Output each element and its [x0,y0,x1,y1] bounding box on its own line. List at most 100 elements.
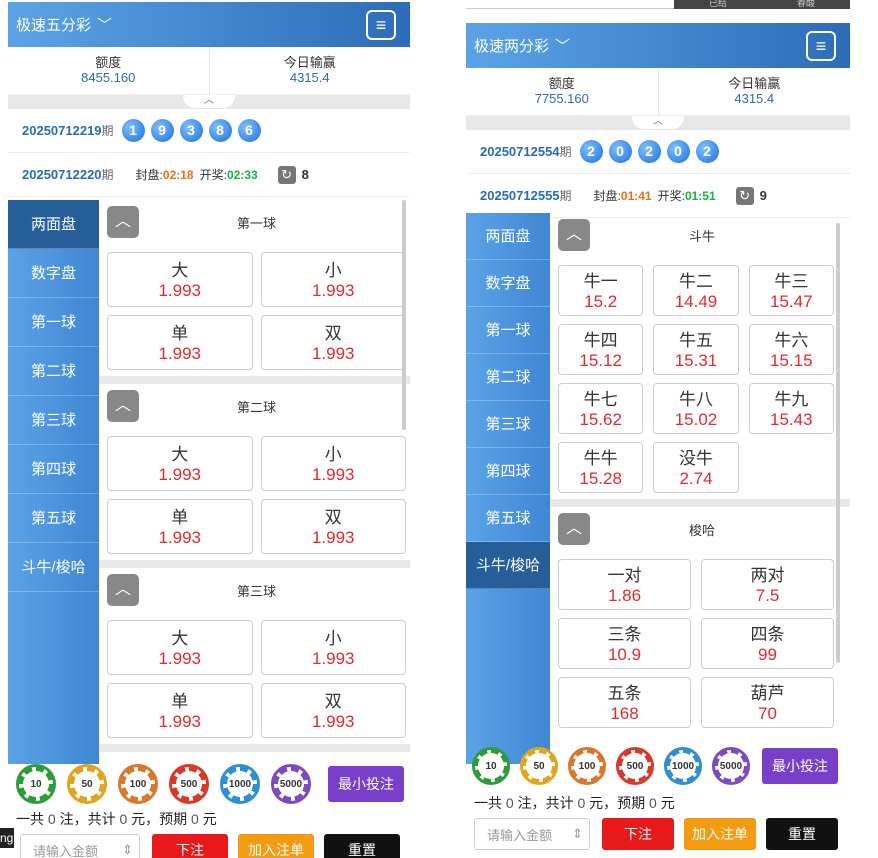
odds-cell[interactable]: 牛一15.2 [558,265,643,316]
nav-item-ball-2[interactable]: 第二球 [466,354,550,401]
collapse-section-icon[interactable]: ︿ [558,513,590,545]
amount-input[interactable]: 请输入金额⇕ [474,818,590,850]
chip-50[interactable]: 50 [67,764,107,804]
chip-value: 1000 [227,771,253,797]
nav-item-ball-3[interactable]: 第三球 [8,396,99,445]
tab-other[interactable]: 春酸 [797,0,815,9]
odds-cell[interactable]: 两对7.5 [701,559,834,610]
odds-cell[interactable]: 单1.993 [107,499,253,554]
odds-cell[interactable]: 牛二14.49 [653,265,738,316]
nav-item-ball-3[interactable]: 第三球 [466,401,550,448]
result-ball: 2 [580,140,603,163]
chip-5000[interactable]: 5000 [271,764,311,804]
collapse-section-icon[interactable]: ︿ [558,219,590,251]
odds-label: 三条 [559,625,690,645]
scrollbar[interactable] [836,223,840,663]
refresh-icon[interactable]: ↻ [736,187,754,205]
amount-input[interactable]: 请输入金额⇕ [20,834,140,858]
odds-cell[interactable]: 双1.993 [261,499,407,554]
issue-suffix: 期 [102,166,114,183]
nav-item-digits[interactable]: 数字盘 [466,260,550,307]
chip-value: 50 [74,771,100,797]
chip-500[interactable]: 500 [169,764,209,804]
add-to-slip-button[interactable]: 加入注单 [684,818,756,850]
nav-item-digits[interactable]: 数字盘 [8,249,99,298]
chip-100[interactable]: 100 [118,764,158,804]
odds-cell[interactable]: 一对1.86 [558,559,691,610]
refresh-icon[interactable]: ↻ [278,166,296,184]
odds-cell[interactable]: 单1.993 [107,683,253,738]
odds-cell[interactable]: 牛八15.02 [653,383,738,434]
odds-cell[interactable]: 大1.993 [107,436,253,491]
odds-cell[interactable]: 没牛2.74 [653,442,738,493]
odds-cell[interactable]: 牛牛15.28 [558,442,643,493]
odds-cell[interactable]: 小1.993 [261,436,407,491]
today-win-label: 今日输赢 [659,76,851,91]
nav-item-ball-5[interactable]: 第五球 [466,495,550,542]
bet-button[interactable]: 下注 [152,834,228,858]
chip-100[interactable]: 100 [568,747,606,785]
odds-cell[interactable]: 牛三15.47 [749,265,834,316]
nav-item-two-sides[interactable]: 两面盘 [8,200,99,249]
odds-cell[interactable]: 双1.993 [261,683,407,738]
odds-cell[interactable]: 五条168 [558,677,691,728]
chip-50[interactable]: 50 [520,747,558,785]
result-ball: 2 [638,140,661,163]
odds-cell[interactable]: 小1.993 [261,620,407,675]
add-to-slip-button[interactable]: 加入注单 [238,834,314,858]
open-timer: 02:33 [227,168,258,182]
collapse-section-icon[interactable]: ︿ [107,574,139,606]
nav-item-bull-poker[interactable]: 斗牛/梭哈 [8,543,99,592]
game-title-dropdown[interactable]: 极速五分彩﹀ [16,14,112,35]
odds-cell[interactable]: 牛四15.12 [558,324,643,375]
nav-item-two-sides[interactable]: 两面盘 [466,213,550,260]
odds-value: 15.47 [750,292,833,312]
game-title-dropdown[interactable]: 极速两分彩﹀ [474,35,570,56]
nav-item-bull-poker[interactable]: 斗牛/梭哈 [466,542,550,589]
nav-item-ball-1[interactable]: 第一球 [8,298,99,347]
odds-cell[interactable]: 单1.993 [107,315,253,370]
odds-cell[interactable]: 四条99 [701,618,834,669]
odds-cell[interactable]: 双1.993 [261,315,407,370]
bet-button[interactable]: 下注 [602,818,674,850]
chip-5000[interactable]: 5000 [712,747,750,785]
odds-cell[interactable]: 牛五15.31 [653,324,738,375]
odds-cell[interactable]: 小1.993 [261,252,407,307]
min-bet-button[interactable]: 最小投注 [328,766,404,802]
tab-settled[interactable]: 已结 [709,0,727,9]
collapse-toggle[interactable]: ︿ [466,116,850,130]
chip-500[interactable]: 500 [616,747,654,785]
current-issue-row: 20250712555期 封盘:01:41 开奖:01:51 ↻9 [466,174,850,218]
chip-1000[interactable]: 1000 [664,747,702,785]
odds-label: 牛五 [654,331,737,351]
today-win-label: 今日输赢 [210,55,411,70]
scrollbar[interactable] [402,200,406,430]
reset-button[interactable]: 重置 [766,818,838,850]
collapse-section-icon[interactable]: ︿ [107,206,139,238]
odds-cell[interactable]: 大1.993 [107,252,253,307]
min-bet-button[interactable]: 最小投注 [762,748,838,784]
collapse-section-icon[interactable]: ︿ [107,390,139,422]
odds-cell[interactable]: 三条10.9 [558,618,691,669]
chip-1000[interactable]: 1000 [220,764,260,804]
chip-row: 10 50 100 500 1000 5000 最小投注 [466,747,850,785]
chip-10[interactable]: 10 [16,764,56,804]
menu-icon[interactable]: ≡ [806,31,836,61]
odds-cell[interactable]: 牛七15.62 [558,383,643,434]
nav-item-ball-4[interactable]: 第四球 [466,448,550,495]
collapse-toggle[interactable]: ︿ [8,95,410,109]
reset-button[interactable]: 重置 [324,834,400,858]
chip-10[interactable]: 10 [472,747,510,785]
odds-cell[interactable]: 牛九15.43 [749,383,834,434]
nav-item-ball-1[interactable]: 第一球 [466,307,550,354]
nav-item-ball-4[interactable]: 第四球 [8,445,99,494]
menu-icon[interactable]: ≡ [366,10,396,40]
nav-item-ball-2[interactable]: 第二球 [8,347,99,396]
odds-cell[interactable]: 大1.993 [107,620,253,675]
stepper-icon[interactable]: ⇕ [572,826,583,842]
left-game-panel: 极速五分彩﹀ ≡ 额度8455.160 今日输赢4315.4 ︿ 2025071… [8,2,410,858]
odds-cell[interactable]: 牛六15.15 [749,324,834,375]
odds-cell[interactable]: 葫芦70 [701,677,834,728]
last-result-row: 20250712219期 1 9 3 8 6 [8,109,410,153]
nav-item-ball-5[interactable]: 第五球 [8,494,99,543]
